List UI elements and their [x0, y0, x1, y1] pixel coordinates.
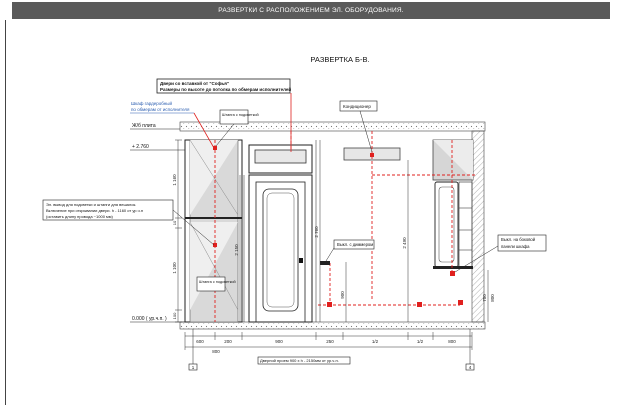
wardrobe-right [432, 139, 474, 269]
dim-door-full: 2 760 [314, 226, 319, 238]
conditioner-leader [359, 110, 373, 153]
dim-bottom-4: 1/2 [372, 339, 379, 344]
led-strip-top-text: Штанга с подсветкой [222, 113, 259, 117]
drawing-title: РАЗВЕРТКА Б-В. [310, 55, 369, 64]
side-switch-line1: Выкл. на боковой [501, 237, 536, 242]
wardrobe-left [184, 139, 243, 323]
door-note-line2: Размеры по высоте до потолка по обмерам … [160, 86, 291, 92]
slab-label: Ж/б плита [132, 123, 156, 129]
floor-slab [179, 321, 486, 330]
door-note-line1: Двери со вставкой от "Софья" [160, 80, 229, 86]
elevation-drawing: РАЗВЕРТКА Б-В. 1 160 10 1 100 100 2 150 … [42, 55, 547, 371]
dim-left-3: 100 [172, 312, 177, 319]
dim-right-side-b: 800 [490, 294, 495, 302]
dim-bottom-total: 800 [212, 349, 220, 354]
electrical-points [213, 146, 463, 307]
dim-door-height: 2 150 [234, 244, 239, 256]
dim-right-side-a: 750 [482, 294, 487, 302]
side-switch-line2: панели шкафа [501, 244, 530, 249]
dim-right-height: 2 490 [402, 237, 407, 249]
dimmer-note: Выкл. с диммером [337, 242, 373, 247]
conditioner-note: Кондиционер [343, 104, 371, 109]
dim-left-0: 1 160 [172, 174, 177, 186]
dim-left-1: 10 [172, 220, 177, 225]
level-top: + 2.760 [132, 144, 149, 150]
el-outlet-line1: Эл. вывод для подсветки и штанги для веш… [46, 202, 136, 207]
dimmer-leader [325, 247, 335, 262]
dim-left-2: 1 100 [172, 262, 177, 274]
dim-switch-height: 900 [340, 291, 345, 299]
level-floor: 0.000 ( ур.ч.п. ) [132, 316, 167, 322]
door [243, 140, 317, 323]
dim-bottom-0: 600 [196, 339, 204, 344]
dim-bottom-2: 900 [275, 339, 283, 344]
el-outlet-line2: Включение при открывании двери. h - 1160… [46, 208, 143, 213]
left-dimensions [175, 139, 182, 323]
dim-bottom-1: 200 [224, 339, 232, 344]
wardrobe-note-line1: Шкаф гардеробный [131, 100, 173, 106]
wardrobe-note-line2: по обмерам от исполнителя [131, 107, 190, 112]
dim-bottom-3: 250 [326, 339, 334, 344]
led-strip-bottom-text: Штанга с подсветкой [199, 280, 236, 284]
dim-bottom-6: 800 [448, 339, 456, 344]
dimmer-switch-icon [320, 261, 330, 265]
door-opening-note: Дверной проем 900 х h - 2150мм от ур.ч.п… [260, 358, 339, 363]
right-wall [471, 130, 485, 323]
el-outlet-line3: (оставить длину провода ~1000 мм) [46, 214, 114, 219]
dim-bottom-5: 1/2 [417, 339, 424, 344]
